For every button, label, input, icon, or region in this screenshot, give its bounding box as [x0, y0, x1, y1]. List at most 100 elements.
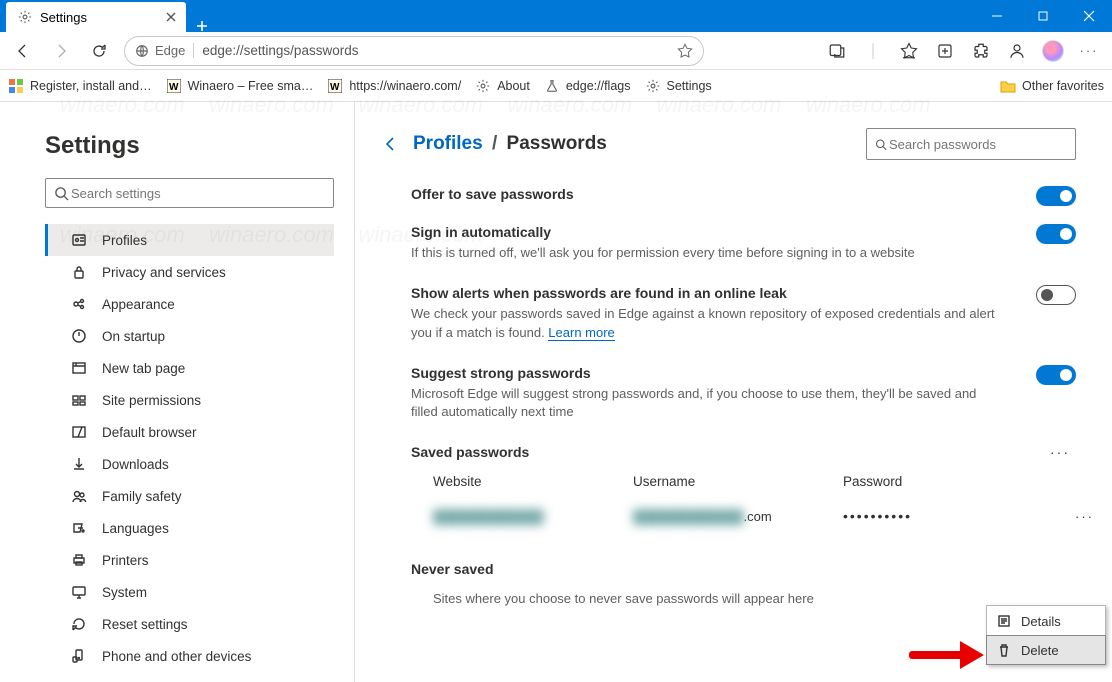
bookmark-item[interactable]: Whttps://winaero.com/ [327, 78, 461, 94]
sidebar-item-system[interactable]: System [45, 576, 334, 608]
sidebar-item-new-tab-page[interactable]: New tab page [45, 352, 334, 384]
passwords-search[interactable] [866, 128, 1076, 160]
sidebar-item-default-browser[interactable]: Default browser [45, 416, 334, 448]
sidebar-item-printers[interactable]: Printers [45, 544, 334, 576]
sidebar-item-label: System [102, 585, 147, 600]
address-bar[interactable]: Edge edge://settings/passwords [124, 36, 704, 66]
bookmark-item[interactable]: Register, install and… [8, 78, 152, 94]
flask-icon [544, 78, 560, 94]
bookmark-item[interactable]: Settings [645, 78, 712, 94]
new-tab-button[interactable] [186, 20, 218, 32]
saved-passwords-more-button[interactable]: ··· [1044, 444, 1076, 460]
extensions-icon[interactable] [964, 36, 998, 66]
maximize-button[interactable] [1020, 0, 1066, 32]
nav-icon [70, 392, 88, 408]
settings-title: Settings [45, 132, 334, 160]
nav-icon [70, 520, 88, 536]
context-details[interactable]: Details [987, 606, 1105, 636]
collections-icon[interactable] [928, 36, 962, 66]
tile-icon [8, 78, 24, 94]
titlebar: Settings [0, 0, 1112, 32]
sidebar-search[interactable] [45, 178, 334, 208]
sidebar-item-label: Profiles [102, 233, 147, 248]
gear-icon [18, 10, 32, 24]
bookmark-item[interactable]: edge://flags [544, 78, 631, 94]
offer-save-toggle[interactable] [1036, 186, 1076, 206]
window-close-button[interactable] [1066, 0, 1112, 32]
details-icon [997, 614, 1011, 628]
passwords-search-input[interactable] [887, 136, 1067, 153]
col-username: Username [633, 474, 843, 489]
folder-icon [1000, 78, 1016, 94]
sidebar-item-downloads[interactable]: Downloads [45, 448, 334, 480]
cell-username: ████████████.com [633, 509, 843, 524]
sidebar-item-phone-and-other-devices[interactable]: Phone and other devices [45, 640, 334, 672]
sidebar-item-on-startup[interactable]: On startup [45, 320, 334, 352]
learn-more-link[interactable]: Learn more [548, 325, 614, 341]
sidebar-item-privacy-and-services[interactable]: Privacy and services [45, 256, 334, 288]
sidebar-item-site-permissions[interactable]: Site permissions [45, 384, 334, 416]
toolbar: Edge edge://settings/passwords ··· [0, 32, 1112, 70]
inprivate-icon[interactable] [820, 36, 854, 66]
breadcrumb-back-icon[interactable] [383, 136, 399, 152]
sidebar-item-reset-settings[interactable]: Reset settings [45, 608, 334, 640]
col-website: Website [433, 474, 633, 489]
breadcrumb-profiles-link[interactable]: Profiles [413, 133, 483, 154]
sidebar-item-profiles[interactable]: Profiles [45, 224, 334, 256]
saved-passwords-heading: Saved passwords [411, 444, 529, 460]
avatar[interactable] [1036, 36, 1070, 66]
profile-icon[interactable] [1000, 36, 1034, 66]
sidebar-item-appearance[interactable]: Appearance [45, 288, 334, 320]
col-password: Password [843, 474, 902, 489]
sidebar-item-label: On startup [102, 329, 165, 344]
site-identity[interactable]: Edge [135, 43, 194, 58]
sidebar-item-label: Phone and other devices [102, 649, 251, 664]
settings-main: Profiles / Passwords Offer to save passw… [355, 102, 1112, 682]
sidebar-item-label: Default browser [102, 425, 197, 440]
table-row[interactable]: ████████████ ████████████.com ••••••••••… [433, 499, 1076, 533]
sidebar-item-label: Appearance [102, 297, 175, 312]
bookmark-item[interactable]: WWinaero – Free sma… [166, 78, 314, 94]
saved-passwords-table: Website Username Password ████████████ █… [433, 474, 1076, 533]
breadcrumb-leaf: Passwords [507, 133, 607, 154]
nav-icon [70, 424, 88, 440]
search-input[interactable] [69, 185, 325, 202]
nav-icon [70, 328, 88, 344]
forward-button [44, 36, 78, 66]
setting-desc: Microsoft Edge will suggest strong passw… [411, 385, 996, 423]
nav-icon [70, 584, 88, 600]
sidebar-item-label: Family safety [102, 489, 182, 504]
sidebar-item-label: Printers [102, 553, 149, 568]
app-menu-button[interactable]: ··· [1072, 36, 1106, 66]
sidebar-item-languages[interactable]: Languages [45, 512, 334, 544]
vertical-divider [856, 36, 890, 66]
browser-tab[interactable]: Settings [6, 2, 186, 32]
refresh-button[interactable] [82, 36, 116, 66]
favorite-star-icon[interactable] [677, 43, 693, 59]
nav-icon [70, 456, 88, 472]
setting-title: Suggest strong passwords [411, 365, 996, 381]
never-saved-heading: Never saved [411, 561, 494, 577]
suggest-toggle[interactable] [1036, 365, 1076, 385]
other-favorites[interactable]: Other favorites [1000, 78, 1104, 94]
row-more-button[interactable]: ··· [1075, 509, 1094, 524]
cell-website: ████████████ [433, 509, 633, 524]
sidebar-item-family-safety[interactable]: Family safety [45, 480, 334, 512]
cell-password: •••••••••• [843, 508, 912, 524]
auto-signin-toggle[interactable] [1036, 224, 1076, 244]
setting-desc: If this is turned off, we'll ask you for… [411, 244, 996, 263]
trash-icon [997, 643, 1011, 657]
favorites-icon[interactable] [892, 36, 926, 66]
svg-text:W: W [169, 82, 179, 93]
nav-icon [70, 552, 88, 568]
setting-desc: We check your passwords saved in Edge ag… [411, 305, 996, 343]
bookmark-item[interactable]: About [475, 78, 530, 94]
leak-alerts-toggle[interactable] [1036, 285, 1076, 305]
back-button[interactable] [6, 36, 40, 66]
winaero-icon: W [166, 78, 182, 94]
tab-close-icon[interactable] [166, 12, 176, 22]
context-delete[interactable]: Delete [986, 635, 1106, 665]
minimize-button[interactable] [974, 0, 1020, 32]
nav-icon [70, 616, 88, 632]
setting-title: Show alerts when passwords are found in … [411, 285, 996, 301]
